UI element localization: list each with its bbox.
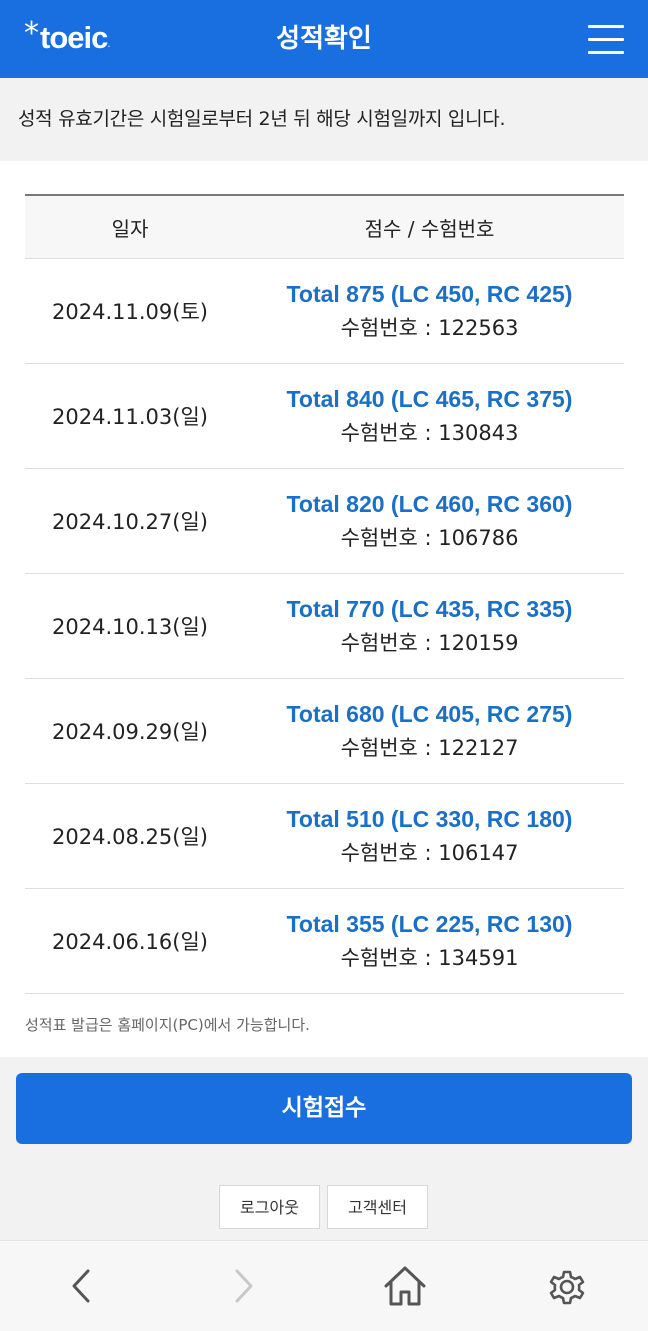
logo-star: * <box>24 16 39 51</box>
score-total: Total 875 (LC 450, RC 425) <box>286 281 573 307</box>
row-score-cell: Total 355 (LC 225, RC 130) 수험번호 : 134591 <box>235 907 624 975</box>
row-score-cell: Total 680 (LC 405, RC 275) 수험번호 : 122127 <box>235 697 624 765</box>
header-score: 점수 / 수험번호 <box>364 216 495 241</box>
row-score-cell: Total 840 (LC 465, RC 375) 수험번호 : 130843 <box>235 382 624 450</box>
exam-number: 수험번호 : 122127 <box>340 736 519 760</box>
row-date: 2024.10.13(일) <box>52 615 208 639</box>
row-date: 2024.08.25(일) <box>52 825 208 849</box>
browser-nav-bar <box>0 1240 648 1331</box>
table-row: 2024.11.09(토) Total 875 (LC 450, RC 425)… <box>25 259 624 364</box>
score-total: Total 820 (LC 460, RC 360) <box>286 491 573 517</box>
row-score-cell: Total 875 (LC 450, RC 425) 수험번호 : 122563 <box>235 277 624 345</box>
exam-number: 수험번호 : 130843 <box>340 421 519 445</box>
row-date: 2024.11.03(일) <box>52 405 208 429</box>
score-total: Total 510 (LC 330, RC 180) <box>286 806 573 832</box>
exam-number: 수험번호 : 106786 <box>340 526 519 550</box>
gear-icon[interactable] <box>542 1261 592 1311</box>
row-date: 2024.11.09(토) <box>52 300 208 324</box>
table-header: 일자 점수 / 수험번호 <box>25 196 624 259</box>
certificate-footnote: 성적표 발급은 홈페이지(PC)에서 가능합니다. <box>25 1016 310 1034</box>
customer-center-button[interactable]: 고객센터 <box>327 1185 428 1229</box>
hamburger-menu-icon[interactable] <box>588 22 626 56</box>
row-score-cell: Total 820 (LC 460, RC 360) 수험번호 : 106786 <box>235 487 624 555</box>
row-score-cell: Total 770 (LC 435, RC 335) 수험번호 : 120159 <box>235 592 624 660</box>
chevron-left-icon[interactable] <box>57 1261 107 1311</box>
score-total: Total 770 (LC 435, RC 335) <box>286 596 573 622</box>
row-date: 2024.06.16(일) <box>52 930 208 954</box>
exam-apply-button[interactable]: 시험접수 <box>16 1073 632 1144</box>
chevron-right-icon[interactable] <box>218 1261 268 1311</box>
action-area: 시험접수 로그아웃 고객센터 <box>0 1057 648 1240</box>
exam-number: 수험번호 : 122563 <box>340 316 519 340</box>
logo-dot: . <box>107 39 111 50</box>
validity-notice: 성적 유효기간은 시험일로부터 2년 뒤 해당 시험일까지 입니다. <box>0 78 648 161</box>
score-total: Total 355 (LC 225, RC 130) <box>286 911 573 937</box>
table-row: 2024.10.27(일) Total 820 (LC 460, RC 360)… <box>25 469 624 574</box>
logout-button[interactable]: 로그아웃 <box>219 1185 320 1229</box>
exam-number: 수험번호 : 120159 <box>340 631 519 655</box>
app-header: * toeic . 성적확인 <box>0 0 648 78</box>
score-content: 일자 점수 / 수험번호 2024.11.09(토) Total 875 (LC… <box>0 161 648 1057</box>
score-total: Total 680 (LC 405, RC 275) <box>286 701 573 727</box>
row-score-cell: Total 510 (LC 330, RC 180) 수험번호 : 106147 <box>235 802 624 870</box>
row-date: 2024.09.29(일) <box>52 720 208 744</box>
exam-number: 수험번호 : 134591 <box>340 946 519 970</box>
home-icon[interactable] <box>380 1261 430 1311</box>
table-row: 2024.06.16(일) Total 355 (LC 225, RC 130)… <box>25 889 624 994</box>
score-table: 일자 점수 / 수험번호 2024.11.09(토) Total 875 (LC… <box>25 194 624 994</box>
validity-notice-text: 성적 유효기간은 시험일로부터 2년 뒤 해당 시험일까지 입니다. <box>18 108 506 130</box>
table-row: 2024.10.13(일) Total 770 (LC 435, RC 335)… <box>25 574 624 679</box>
table-row: 2024.08.25(일) Total 510 (LC 330, RC 180)… <box>25 784 624 889</box>
row-date: 2024.10.27(일) <box>52 510 208 534</box>
table-row: 2024.11.03(일) Total 840 (LC 465, RC 375)… <box>25 364 624 469</box>
header-date: 일자 <box>111 216 149 241</box>
toeic-logo[interactable]: * toeic . <box>24 16 111 56</box>
table-row: 2024.09.29(일) Total 680 (LC 405, RC 275)… <box>25 679 624 784</box>
score-total: Total 840 (LC 465, RC 375) <box>286 386 573 412</box>
logo-text: toeic <box>40 20 108 55</box>
exam-number: 수험번호 : 106147 <box>340 841 519 865</box>
